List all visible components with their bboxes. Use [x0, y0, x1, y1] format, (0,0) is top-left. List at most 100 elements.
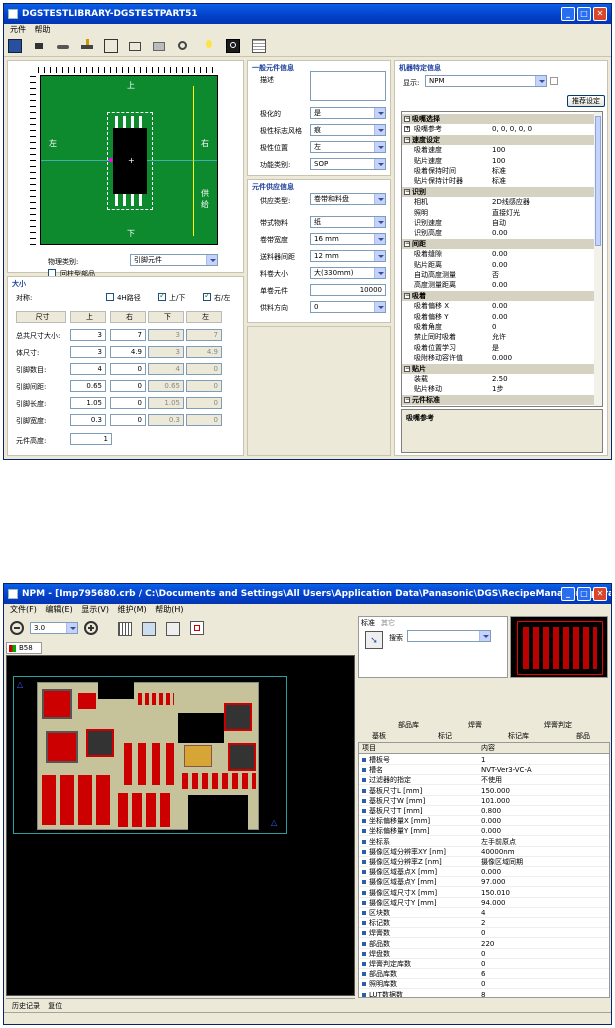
- table-row[interactable]: 槽板号 1: [359, 755, 609, 765]
- property-row[interactable]: 照明 直接灯光: [402, 208, 594, 218]
- property-row[interactable]: 吸着偏移 X 0.00: [402, 301, 594, 311]
- minimize-button-2[interactable]: _: [561, 587, 575, 601]
- table-row[interactable]: 摄像区域基点Y [mm] 97.000: [359, 877, 609, 888]
- height-input[interactable]: 1: [70, 433, 112, 445]
- table-row[interactable]: 基板尺寸W [mm] 101.000: [359, 796, 609, 806]
- expand-icon[interactable]: −: [404, 188, 410, 195]
- property-row[interactable]: 禁止同时吸着 允许: [402, 332, 594, 342]
- expand-icon[interactable]: −: [404, 240, 410, 247]
- menu-help-2[interactable]: 帮助(H): [155, 605, 183, 614]
- board-canvas[interactable]: △ △: [6, 655, 355, 996]
- property-row[interactable]: 自动高度测量 否: [402, 270, 594, 280]
- supply-row-select[interactable]: 大(330mm): [310, 267, 386, 279]
- search-input[interactable]: [407, 630, 491, 642]
- tab-row1-item[interactable]: 部品库: [398, 720, 419, 730]
- expand-icon[interactable]: −: [404, 365, 410, 372]
- expand-icon[interactable]: −: [404, 292, 410, 299]
- leftright-checkbox[interactable]: [203, 291, 211, 301]
- light-icon[interactable]: [202, 39, 216, 53]
- size-cell[interactable]: 3: [70, 329, 106, 341]
- layer-tab[interactable]: B58: [6, 642, 42, 654]
- table-row[interactable]: 过滤器的指定 不使用: [359, 775, 609, 786]
- general-row-select[interactable]: 左: [310, 141, 386, 153]
- pointer-icon[interactable]: ➘: [365, 631, 383, 649]
- std-tab[interactable]: 标准: [361, 618, 375, 628]
- zoom-icon[interactable]: [226, 39, 240, 53]
- zoom-select[interactable]: 3.0: [30, 622, 78, 634]
- expand-icon[interactable]: −: [404, 396, 410, 403]
- menu-edit[interactable]: 编辑(E): [45, 605, 72, 614]
- property-category[interactable]: − 间距: [402, 238, 594, 249]
- table-row[interactable]: 照明库数 0: [359, 979, 609, 990]
- minimize-button[interactable]: _: [561, 7, 575, 21]
- panel-icon[interactable]: [166, 622, 180, 636]
- table-row[interactable]: 摄像区域分辨率Z [nm] 摄像区域同期: [359, 857, 609, 867]
- property-row[interactable]: 吸着位置学习 是: [402, 343, 594, 353]
- tab-row1-item[interactable]: 焊膏判定: [544, 720, 572, 730]
- tab-row2-item[interactable]: 部品: [576, 731, 590, 741]
- maximize-button-2[interactable]: □: [577, 587, 591, 601]
- tray-icon[interactable]: [104, 39, 118, 53]
- table-row[interactable]: 区块数 4: [359, 908, 609, 918]
- property-row[interactable]: 识别高度 0.00: [402, 228, 594, 238]
- property-row[interactable]: 吸着缝隙 0.00: [402, 249, 594, 259]
- close-button-2[interactable]: ✕: [593, 587, 607, 601]
- select-icon[interactable]: [190, 621, 204, 635]
- property-category[interactable]: − 吸着: [402, 290, 594, 301]
- table-row[interactable]: 坐标系 左手前原点: [359, 837, 609, 847]
- property-row[interactable]: 吸附移动容许值 0.000: [402, 353, 594, 363]
- nozzle-icon[interactable]: [152, 39, 166, 53]
- property-row[interactable]: 吸着保持时间 标准: [402, 166, 594, 176]
- table-row[interactable]: 焊盘数 0: [359, 949, 609, 959]
- property-scrollbar[interactable]: [594, 112, 602, 406]
- size-cell[interactable]: 0: [110, 414, 146, 426]
- size-cell[interactable]: 3: [70, 346, 106, 358]
- size-cell[interactable]: 0: [110, 363, 146, 375]
- property-row[interactable]: 贴片保持计时器 标准: [402, 176, 594, 186]
- shape-type-select[interactable]: 引脚元件: [130, 254, 218, 266]
- size-cell[interactable]: 0.65: [70, 380, 106, 392]
- table-row[interactable]: LUT数据数 8: [359, 990, 609, 997]
- desc-textarea[interactable]: [310, 71, 386, 101]
- table-row[interactable]: 基板尺寸L [mm] 150.000: [359, 786, 609, 796]
- zoom-out-icon[interactable]: [10, 621, 24, 635]
- size-cell[interactable]: 0: [110, 380, 146, 392]
- minimap[interactable]: [510, 616, 608, 678]
- chip-icon[interactable]: [56, 39, 70, 53]
- size-cell[interactable]: 7: [110, 329, 146, 341]
- tab-row2-item[interactable]: 标记: [438, 731, 452, 741]
- table-row[interactable]: 坐标偏移量X [mm] 0.000: [359, 816, 609, 827]
- size-cell[interactable]: 0: [110, 397, 146, 409]
- property-category[interactable]: − 元件标准: [402, 394, 594, 405]
- property-category[interactable]: − 吸嘴选择: [402, 114, 594, 124]
- supply-row-select[interactable]: 0: [310, 301, 386, 313]
- tab-row1-item[interactable]: 焊膏: [468, 720, 482, 730]
- menu-help[interactable]: 帮助: [35, 25, 51, 34]
- property-row[interactable]: 贴片移动 1步: [402, 384, 594, 394]
- property-row[interactable]: 吸着偏移 Y 0.00: [402, 312, 594, 322]
- table-row[interactable]: 标记数 2: [359, 918, 609, 929]
- menu-file[interactable]: 文件(F): [10, 605, 37, 614]
- menu-component[interactable]: 元件: [10, 25, 26, 34]
- table-row[interactable]: 摄像区域基点X [mm] 0.000: [359, 867, 609, 878]
- expand-icon[interactable]: +: [404, 126, 410, 133]
- updown-checkbox[interactable]: [158, 291, 166, 301]
- property-category[interactable]: − 贴片: [402, 363, 594, 374]
- four-leads-checkbox[interactable]: [106, 293, 114, 301]
- table-row[interactable]: 槽名 NVT-Ver3-VC-A: [359, 765, 609, 776]
- general-row-select[interactable]: SOP: [310, 158, 386, 170]
- table-row[interactable]: 部品数 220: [359, 939, 609, 949]
- expand-icon[interactable]: −: [404, 116, 410, 122]
- property-row[interactable]: 吸着速度 100: [402, 145, 594, 155]
- property-row[interactable]: 装载 2.50: [402, 374, 594, 384]
- save-icon[interactable]: [8, 39, 22, 53]
- tab-row2-item[interactable]: 标记库: [508, 731, 529, 741]
- table-row[interactable]: 基板尺寸T [mm] 0.800: [359, 806, 609, 816]
- other-tab[interactable]: 其它: [381, 618, 395, 628]
- table-row[interactable]: 摄像区域尺寸X [mm] 150.010: [359, 888, 609, 898]
- general-row-select[interactable]: 痕: [310, 124, 386, 136]
- property-row[interactable]: 识别速度 自动: [402, 218, 594, 228]
- property-category[interactable]: − 速度设定: [402, 134, 594, 145]
- property-row[interactable]: 贴片速度 100: [402, 156, 594, 166]
- recommend-button[interactable]: 推荐设定: [567, 95, 605, 107]
